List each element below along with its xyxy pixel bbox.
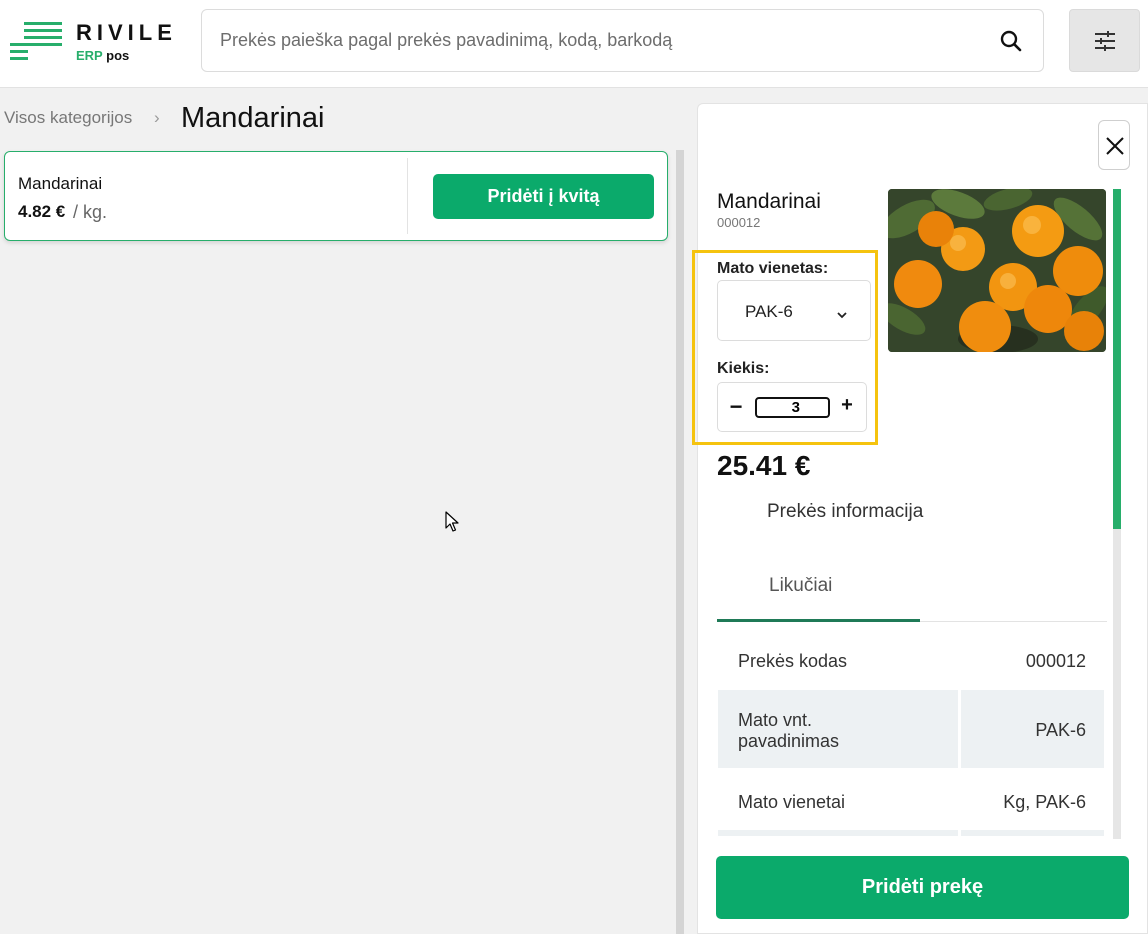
rivile-logo[interactable]: RIVILE ERP pos bbox=[10, 18, 190, 66]
table-row: Mato vnt. pavadinimas PAK-6 bbox=[718, 690, 1104, 768]
total-price: 25.41 € bbox=[717, 450, 811, 481]
close-icon bbox=[1106, 137, 1124, 155]
card-divider bbox=[407, 158, 408, 234]
close-button[interactable] bbox=[1098, 120, 1130, 170]
table-value: Kg, PAK-6 bbox=[1003, 792, 1086, 812]
quantity-stepper: − + bbox=[717, 382, 867, 432]
product-card[interactable]: Mandarinai 4.82 € / kg. Pridėti į kvitą bbox=[4, 151, 668, 241]
table-key: Prekės kodas bbox=[738, 651, 848, 671]
table-row: Prekės kodas 000012 bbox=[718, 622, 1104, 690]
quantity-increase-button[interactable]: + bbox=[838, 394, 856, 417]
top-header: RIVILE ERP pos bbox=[0, 0, 1148, 88]
logo-pos: pos bbox=[106, 48, 130, 63]
logo-erp: ERP bbox=[76, 48, 103, 63]
table-key: Mato vienetai bbox=[738, 792, 846, 812]
chevron-down-icon bbox=[837, 312, 847, 319]
product-image bbox=[888, 189, 1106, 352]
quantity-decrease-button[interactable]: − bbox=[728, 394, 744, 420]
search-bar bbox=[201, 9, 1044, 72]
tab-product-info[interactable]: Prekės informacija bbox=[767, 501, 923, 523]
search-input[interactable] bbox=[220, 10, 980, 71]
table-value: 000012 bbox=[1025, 651, 1086, 671]
panel-scrollbar[interactable] bbox=[1113, 189, 1121, 839]
unit-select[interactable]: PAK-6 bbox=[717, 280, 871, 341]
quantity-label: Kiekis: bbox=[717, 360, 770, 377]
product-info-table: Prekės kodas 000012 Mato vnt. pavadinima… bbox=[718, 622, 1104, 836]
detail-code: 000012 bbox=[717, 215, 761, 230]
panel-scrollbar-thumb[interactable] bbox=[1113, 189, 1121, 529]
table-value: PAK-6 bbox=[1035, 720, 1086, 740]
table-row bbox=[718, 830, 1104, 836]
tab-stock[interactable]: Likučiai bbox=[769, 575, 832, 597]
unit-select-value: PAK-6 bbox=[745, 302, 793, 321]
add-product-button[interactable]: Pridėti prekę bbox=[716, 856, 1129, 919]
page-title: Mandarinai bbox=[181, 102, 325, 134]
quantity-input[interactable] bbox=[755, 397, 830, 418]
filter-button[interactable] bbox=[1069, 9, 1140, 72]
add-to-receipt-button[interactable]: Pridėti į kvitą bbox=[433, 174, 654, 219]
logo-bars-icon bbox=[10, 22, 62, 62]
breadcrumb: Visos kategorijos › Mandarinai bbox=[4, 100, 664, 140]
product-name: Mandarinai bbox=[18, 174, 103, 193]
table-row: Mato vienetai Kg, PAK-6 bbox=[718, 768, 1104, 830]
list-scrollbar[interactable] bbox=[676, 150, 684, 934]
mouse-cursor-icon bbox=[445, 511, 459, 532]
detail-title: Mandarinai bbox=[717, 190, 821, 213]
product-price: 4.82 € bbox=[18, 202, 66, 221]
logo-subtitle: ERP pos bbox=[76, 48, 129, 63]
product-detail-panel: Mandarinai 000012 Mato vienetas: PAK-6 K… bbox=[692, 103, 1148, 934]
logo-name: RIVILE bbox=[76, 20, 177, 45]
sliders-icon bbox=[1095, 31, 1115, 51]
product-unit: / kg. bbox=[73, 202, 108, 222]
breadcrumb-root[interactable]: Visos kategorijos bbox=[4, 108, 132, 128]
unit-label: Mato vienetas: bbox=[717, 260, 829, 277]
table-key: Mato vnt. pavadinimas bbox=[738, 710, 840, 751]
chevron-right-icon: › bbox=[154, 108, 160, 127]
search-icon[interactable] bbox=[999, 29, 1023, 53]
